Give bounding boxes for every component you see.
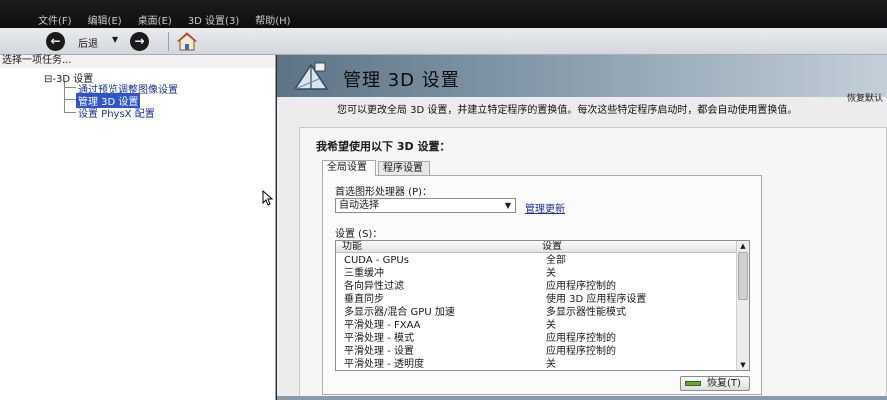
table-row[interactable]: 平滑处理 - FXAA 关 — [336, 319, 737, 332]
processor-select[interactable]: 自动选择 ▼ — [335, 198, 516, 213]
row-setting: 多显示器性能模式 — [546, 307, 626, 318]
scroll-up-icon[interactable]: ▲ — [737, 241, 749, 251]
menu-desktop[interactable]: 桌面(E) — [138, 12, 172, 27]
row-setting: 使用 3D 应用程序设置 — [546, 294, 647, 305]
forward-arrow-icon[interactable]: → — [130, 32, 149, 51]
processor-label: 首选图形处理器 (P)： — [335, 187, 433, 198]
table-row[interactable]: CUDA - GPUs 全部 — [336, 254, 737, 267]
row-feature: 平滑处理 - 模式 — [344, 333, 414, 344]
menu-help[interactable]: 帮助(H) — [255, 12, 290, 27]
task-pane: 选择一项任务... ⊟-3D 设置 通过预览调整图像设置 管理 3D 设置 设置… — [0, 55, 276, 400]
row-feature: 平滑处理 - 设置 — [344, 346, 414, 357]
restore-button[interactable]: 恢复(T) — [680, 376, 750, 391]
menu-items: 文件(F) 编辑(E) 桌面(E) 3D 设置(3) 帮助(H) — [38, 12, 291, 27]
row-feature: 平滑处理 - FXAA — [344, 320, 421, 331]
chevron-down-icon[interactable]: ▼ — [112, 35, 118, 44]
tab-program-settings[interactable]: 程序设置 — [378, 161, 430, 176]
row-setting: 关 — [546, 268, 556, 279]
table-row[interactable]: 平滑处理 - 模式 应用程序控制的 — [336, 332, 737, 345]
restore-icon — [685, 381, 701, 386]
row-setting: 全部 — [546, 255, 566, 266]
tree-connector — [64, 99, 76, 100]
tree-connector — [64, 112, 76, 113]
toolbar-divider — [168, 32, 169, 51]
settings-table: 功能 设置 CUDA - GPUs 全部 三重缓冲关 各向异性过滤 应用程序控制的 … — [335, 240, 750, 371]
tree-connector — [64, 81, 65, 113]
row-feature: 垂直同步 — [344, 294, 384, 305]
table-row[interactable]: 多显示器/混合 GPU 加速 多显示器性能模式 — [336, 306, 737, 319]
table-row[interactable]: 三重缓冲 关 — [336, 267, 737, 280]
toolbar: ← 后退 ▼ → — [0, 28, 887, 55]
3d-settings-icon — [291, 59, 331, 95]
sidebar-item-physx[interactable]: 设置 PhysX 配置 — [78, 105, 155, 120]
tab-global-settings[interactable]: 全局设置 — [322, 160, 376, 176]
page-description: 您可以更改全局 3D 设置，并建立特定程序的置换值。每次这些特定程序启动时，都会… — [337, 105, 798, 116]
row-feature: 各向异性过滤 — [344, 281, 404, 292]
settings-label: 设置 (S)： — [335, 229, 383, 240]
column-header-setting[interactable]: 设置 — [542, 241, 562, 253]
row-setting: 应用程序控制的 — [546, 333, 616, 344]
main-panel: 管理 3D 设置 恢复默认 您可以更改全局 3D 设置，并建立特定程序的置换值。… — [277, 55, 887, 400]
restore-button-label: 恢复(T) — [707, 378, 741, 389]
settings-group: 我希望使用以下 3D 设置： 全局设置 程序设置 首选图形处理器 (P)： 自动… — [299, 127, 887, 400]
table-row[interactable]: 平滑处理 - 透明度 关 — [336, 358, 737, 370]
row-setting: 关 — [546, 320, 556, 331]
home-icon[interactable] — [176, 31, 198, 52]
menu-edit[interactable]: 编辑(E) — [88, 12, 122, 27]
page-banner: 管理 3D 设置 — [277, 55, 887, 97]
processor-select-value: 自动选择 — [339, 200, 379, 211]
bottom-edge — [277, 396, 887, 400]
task-pane-header: 选择一项任务... — [0, 55, 275, 68]
table-row[interactable]: 各向异性过滤 应用程序控制的 — [336, 280, 737, 293]
row-setting: 关 — [546, 359, 556, 370]
back-label[interactable]: 后退 — [78, 35, 98, 50]
row-setting: 应用程序控制的 — [546, 281, 616, 292]
page-title: 管理 3D 设置 — [343, 70, 460, 91]
row-feature: 三重缓冲 — [344, 268, 384, 279]
row-feature: 多显示器/混合 GPU 加速 — [344, 307, 455, 318]
table-row[interactable]: 平滑处理 - 设置 应用程序控制的 — [336, 345, 737, 358]
row-feature: CUDA - GPUs — [344, 255, 409, 266]
column-header-feature[interactable]: 功能 — [342, 241, 362, 253]
back-arrow-icon[interactable]: ← — [46, 32, 65, 51]
tree-connector — [64, 87, 76, 88]
section-title: 我希望使用以下 3D 设置： — [316, 140, 451, 153]
manage-update-link[interactable]: 管理更新 — [525, 200, 565, 215]
collapse-icon[interactable]: ⊟- — [44, 74, 56, 85]
menu-bar: 文件(F) 编辑(E) 桌面(E) 3D 设置(3) 帮助(H) — [0, 0, 887, 28]
scroll-down-icon[interactable]: ▼ — [737, 360, 749, 370]
tab-panel-global: 首选图形处理器 (P)： 自动选择 ▼ 管理更新 设置 (S)： 功能 设置 C… — [322, 175, 762, 395]
mouse-cursor-icon — [262, 189, 274, 209]
restore-defaults-link[interactable]: 恢复默认 — [847, 91, 883, 104]
scroll-thumb[interactable] — [738, 252, 748, 300]
chevron-down-icon[interactable]: ▼ — [501, 199, 515, 212]
row-feature: 平滑处理 - 透明度 — [344, 359, 424, 370]
row-setting: 应用程序控制的 — [546, 346, 616, 357]
table-row[interactable]: 垂直同步 使用 3D 应用程序设置 — [336, 293, 737, 306]
menu-file[interactable]: 文件(F) — [38, 12, 72, 27]
table-scrollbar[interactable]: ▲ ▼ — [736, 241, 749, 370]
menu-3d-settings[interactable]: 3D 设置(3) — [188, 12, 239, 27]
table-header: 功能 设置 — [336, 241, 737, 253]
